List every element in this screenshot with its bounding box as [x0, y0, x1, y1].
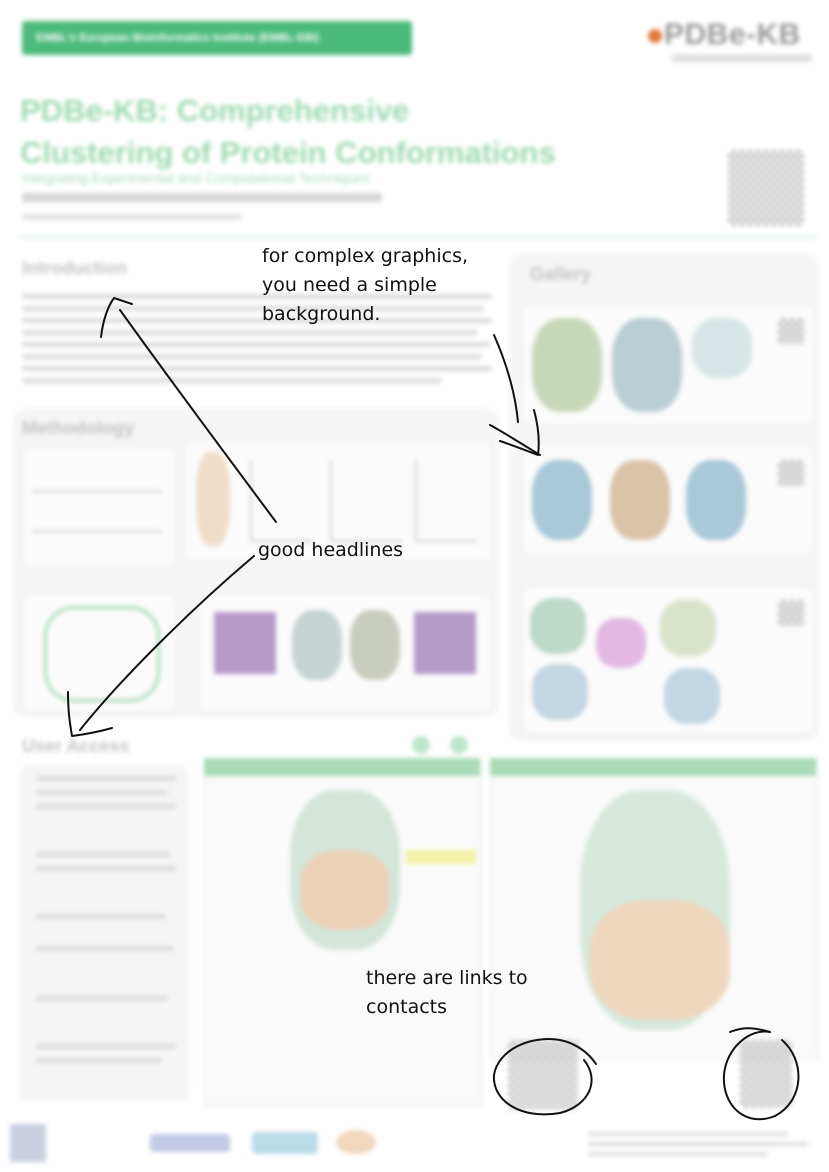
links-note-line-2: contacts: [366, 996, 448, 1018]
graphics-arrow: [489, 424, 541, 456]
links-note: there are links to contacts: [366, 964, 528, 1022]
graphics-arrow-stroke: [493, 334, 519, 423]
graphics-arrow-head: [499, 409, 540, 456]
headlines-note: good headlines: [258, 539, 404, 561]
graphics-note-line-2: you need a simple: [262, 274, 437, 296]
links-note-line-1: there are links to: [366, 967, 528, 989]
graphics-note-line-3: background.: [262, 303, 381, 325]
graphics-note: for complex graphics, you need a simple …: [262, 242, 468, 329]
headline-arrow-down: [79, 555, 255, 731]
graphics-note-line-1: for complex graphics,: [262, 245, 469, 267]
contact-circle-left: [492, 1038, 597, 1116]
headline-arrow-up: [119, 309, 277, 523]
contact-circle-right: [722, 1027, 800, 1121]
headline-arrow-up-head: [100, 297, 133, 338]
